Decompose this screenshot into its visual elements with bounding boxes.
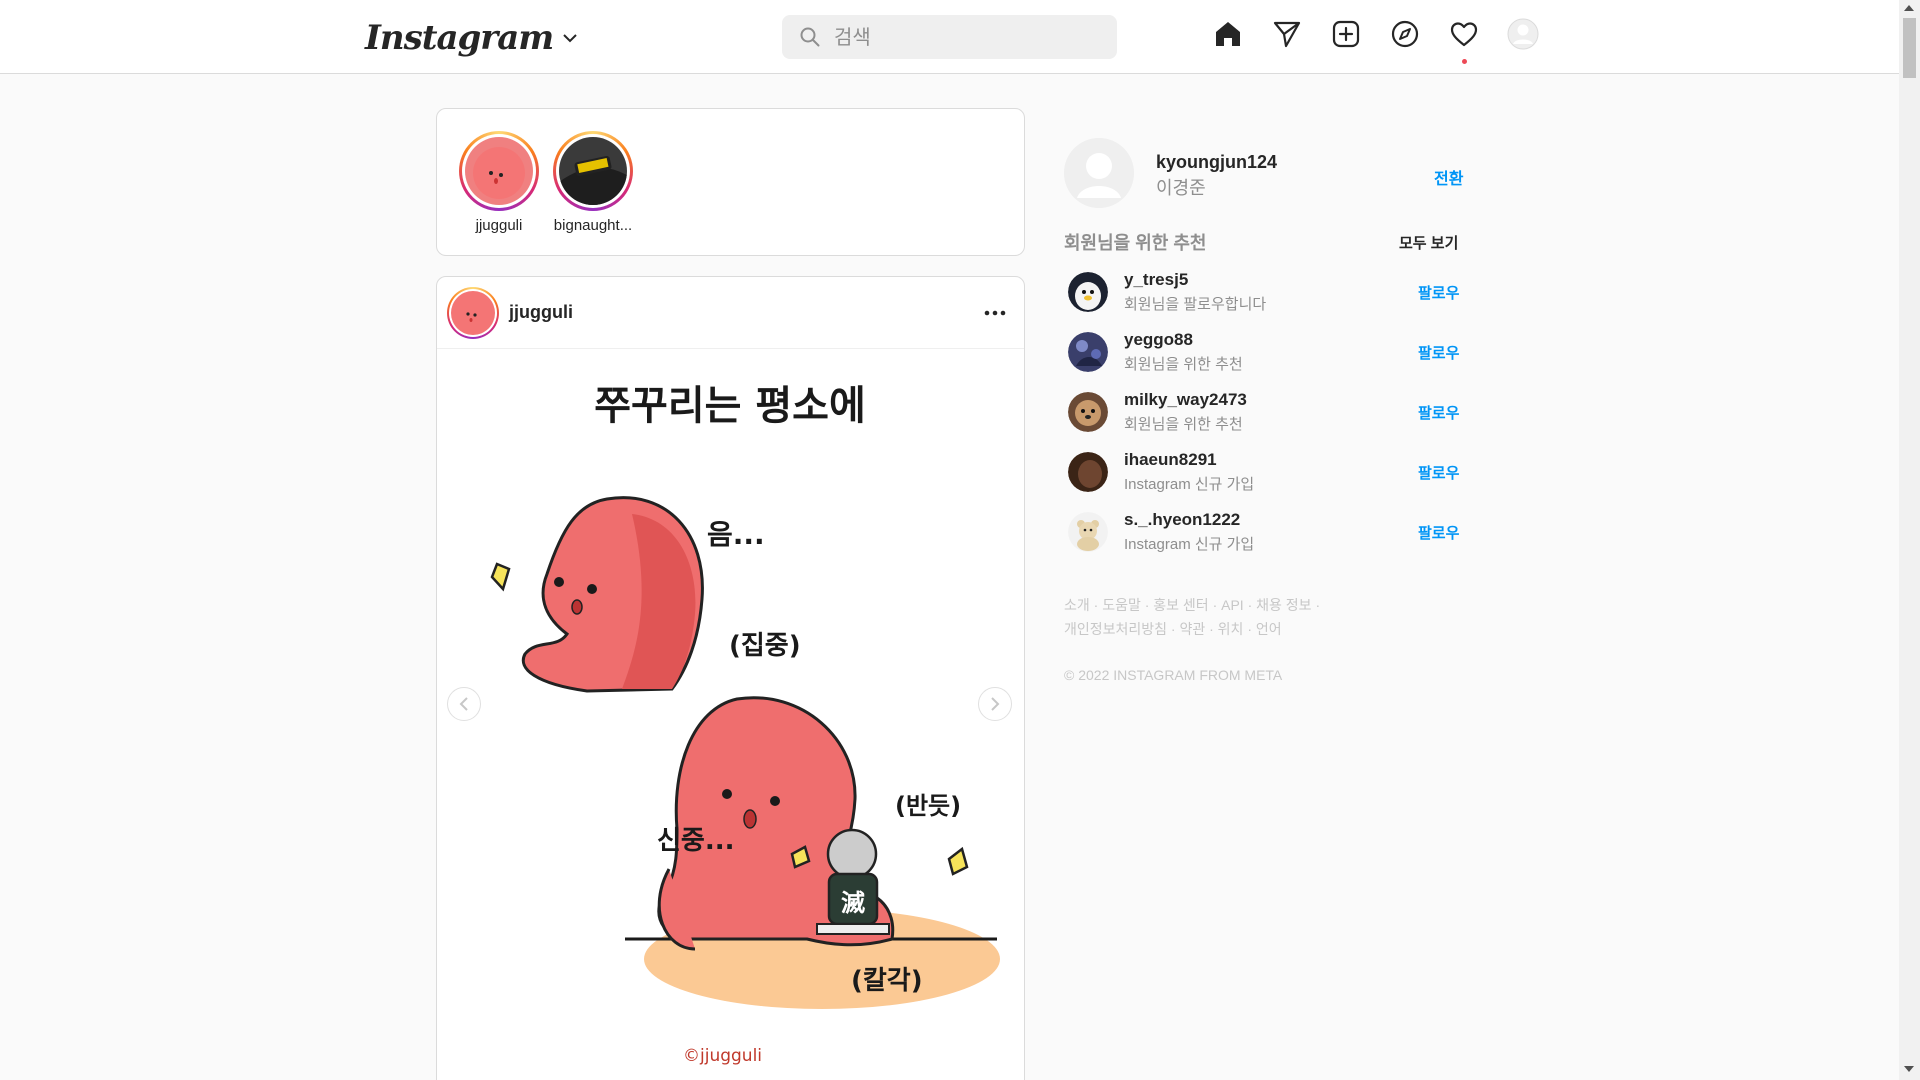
story-avatar <box>559 137 627 205</box>
plus-square-icon <box>1332 20 1360 48</box>
footer-links: 소개 · 도움말 · 홍보 센터 · API · 채용 정보 · 개인정보처리방… <box>1064 593 1364 641</box>
text-click: (칼각) <box>851 966 923 996</box>
recommendation-reason: 회원님을 위한 추천 <box>1124 416 1243 433</box>
profile-button[interactable] <box>1507 18 1539 50</box>
recommendation-item: s._.hyeon1222 Instagram 신규 가입 팔로우 <box>1068 508 1468 556</box>
story-avatar <box>465 137 533 205</box>
direct-messages-button[interactable] <box>1271 18 1303 50</box>
recommendation-reason: 회원님을 위한 추천 <box>1124 356 1243 373</box>
watermark: ©jjugguli <box>683 1046 762 1066</box>
story-ring <box>553 131 633 211</box>
patch-text: 滅 <box>841 889 865 917</box>
scroll-thumb[interactable] <box>1903 18 1916 78</box>
post-image[interactable]: 쭈꾸리는 평소에 음... (집중) 滅 신중... (반듯) (칼각) ©jj… <box>437 349 1024 1080</box>
home-button[interactable] <box>1212 18 1244 50</box>
recommendation-reason: Instagram 신규 가입 <box>1124 476 1255 493</box>
copyright: © 2022 INSTAGRAM FROM META <box>1064 667 1283 683</box>
page-scrollbar[interactable] <box>1899 0 1920 1080</box>
current-user-avatar[interactable] <box>1064 138 1134 208</box>
new-post-button[interactable] <box>1330 18 1362 50</box>
post-avatar[interactable] <box>447 286 499 339</box>
instagram-logo[interactable]: Instagram <box>365 18 554 58</box>
recommendations-title: 회원님을 위한 추천 <box>1064 233 1207 253</box>
scroll-up-arrow[interactable] <box>1904 5 1914 11</box>
switch-account-button[interactable]: 전환 <box>1434 165 1463 189</box>
avatar-icon <box>1507 18 1539 50</box>
heart-icon <box>1450 22 1478 47</box>
home-icon <box>1216 22 1240 46</box>
recommendation-username[interactable]: ihaeun8291 <box>1124 450 1217 470</box>
carousel-next-button[interactable] <box>978 687 1012 721</box>
current-user: kyoungjun124 이경준 <box>1064 138 1464 210</box>
search-box[interactable] <box>782 15 1117 59</box>
recommendation-item: y_tresj5 회원님을 팔로우합니다 팔로우 <box>1068 268 1468 316</box>
chevron-right-icon <box>991 697 1000 711</box>
top-nav-bar: Instagram <box>0 0 1899 74</box>
recommendation-avatar[interactable] <box>1068 272 1108 312</box>
notification-dot <box>1462 59 1467 64</box>
recommendation-item: ihaeun8291 Instagram 신규 가입 팔로우 <box>1068 448 1468 496</box>
recommendation-avatar[interactable] <box>1068 452 1108 492</box>
recommendation-avatar[interactable] <box>1068 332 1108 372</box>
story-name: jjugguli <box>475 217 523 234</box>
logo-switcher[interactable]: Instagram <box>365 18 577 58</box>
stories-tray: jjugguli bignaught... <box>436 108 1025 256</box>
compass-icon <box>1391 20 1419 48</box>
recommendation-username[interactable]: milky_way2473 <box>1124 390 1247 410</box>
send-icon <box>1273 21 1301 48</box>
scroll-down-arrow[interactable] <box>1904 1066 1914 1072</box>
recommendation-username[interactable]: yeggo88 <box>1124 330 1193 350</box>
avatar-icon <box>1064 138 1134 208</box>
recommendation-avatar[interactable] <box>1068 512 1108 552</box>
recommendation-reason: 회원님을 팔로우합니다 <box>1124 296 1267 313</box>
story-item[interactable]: jjugguli <box>449 131 549 234</box>
text-focus: (집중) <box>729 631 801 661</box>
text-shiny: (반듯) <box>895 792 961 820</box>
story-ring <box>459 131 539 211</box>
follow-button[interactable]: 팔로우 <box>1418 282 1459 303</box>
current-username[interactable]: kyoungjun124 <box>1156 152 1277 173</box>
recommendation-username[interactable]: y_tresj5 <box>1124 270 1188 290</box>
feed-post: jjugguli 쭈꾸리는 평소에 음... (집중) 滅 신중... (반듯)… <box>436 276 1025 1080</box>
carousel-prev-button[interactable] <box>447 687 481 721</box>
main-nav <box>1212 18 1539 64</box>
recommendation-item: yeggo88 회원님을 위한 추천 팔로우 <box>1068 328 1468 376</box>
follow-button[interactable]: 팔로우 <box>1418 462 1459 483</box>
text-careful: 신중... <box>657 826 734 856</box>
see-all-button[interactable]: 모두 보기 <box>1399 232 1458 253</box>
recommendation-avatar[interactable] <box>1068 392 1108 432</box>
illustration-title: 쭈꾸리는 평소에 <box>594 383 866 429</box>
activity-button[interactable] <box>1448 18 1480 64</box>
post-username[interactable]: jjugguli <box>509 302 573 323</box>
story-name: bignaught... <box>553 217 633 234</box>
footer-links-line-2[interactable]: 개인정보처리방침 · 약관 · 위치 · 언어 <box>1064 617 1364 641</box>
sparkle-icon <box>490 562 511 592</box>
follow-button[interactable]: 팔로우 <box>1418 342 1459 363</box>
footer-links-line-1[interactable]: 소개 · 도움말 · 홍보 센터 · API · 채용 정보 · <box>1064 593 1364 617</box>
current-fullname: 이경준 <box>1156 178 1206 198</box>
post-illustration: 쭈꾸리는 평소에 음... (집중) 滅 신중... (반듯) (칼각) ©jj… <box>490 383 1000 1066</box>
post-header: jjugguli <box>437 277 1024 349</box>
story-item[interactable]: bignaught... <box>543 131 643 234</box>
follow-button[interactable]: 팔로우 <box>1418 522 1459 543</box>
follow-button[interactable]: 팔로우 <box>1418 402 1459 423</box>
chevron-down-icon[interactable] <box>563 33 577 43</box>
search-icon <box>800 27 820 47</box>
recommendation-reason: Instagram 신규 가입 <box>1124 536 1255 553</box>
sparkle-icon <box>947 846 969 876</box>
recommendation-username[interactable]: s._.hyeon1222 <box>1124 510 1240 530</box>
text-hmm: 음... <box>707 518 765 551</box>
search-input[interactable] <box>834 25 1084 49</box>
more-horizontal-icon <box>984 310 1006 316</box>
chevron-left-icon <box>459 697 468 711</box>
post-options-button[interactable] <box>984 303 1006 321</box>
explore-button[interactable] <box>1389 18 1421 50</box>
recommendation-item: milky_way2473 회원님을 위한 추천 팔로우 <box>1068 388 1468 436</box>
